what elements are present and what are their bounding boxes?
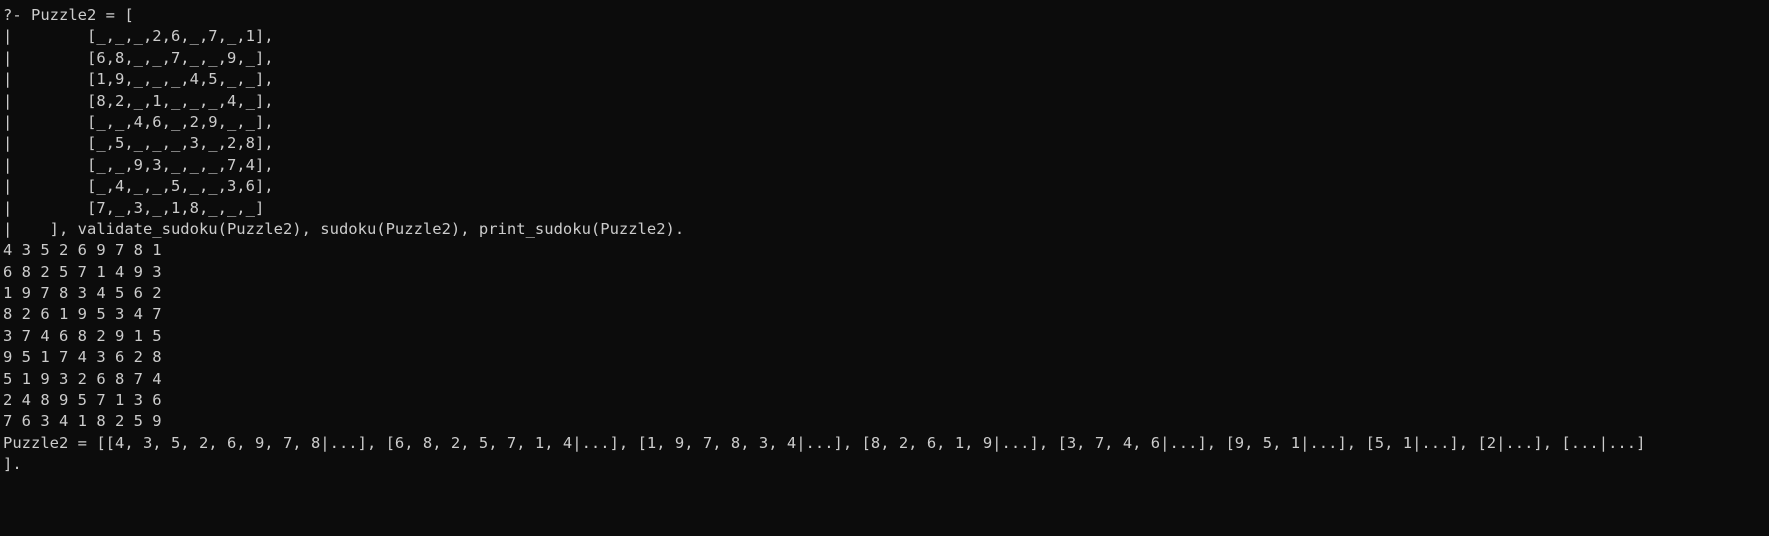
- solution-row-1: 4 3 5 2 6 9 7 8 1: [3, 241, 162, 260]
- puzzle-row-5-line: | [_,_,4,6,_,2,9,_,_],: [3, 112, 274, 131]
- query-goals-line: | ], validate_sudoku(Puzzle2), sudoku(Pu…: [3, 219, 685, 238]
- solution-row-3: 1 9 7 8 3 4 5 6 2: [3, 284, 162, 303]
- terminal-window[interactable]: ?- Puzzle2 = [ | [_,_,_,2,6,_,7,_,1], | …: [0, 0, 1769, 536]
- solution-row-4: 8 2 6 1 9 5 3 4 7: [3, 305, 162, 324]
- binding-result-line: Puzzle2 = [[4, 3, 5, 2, 6, 9, 7, 8|...],…: [3, 433, 1646, 452]
- puzzle-row-9-line: | [7,_,3,_,1,8,_,_,_]: [3, 198, 265, 217]
- puzzle-row-7-line: | [_,_,9,3,_,_,_,7,4],: [3, 155, 274, 174]
- solution-row-9: 7 6 3 4 1 8 2 5 9: [3, 412, 162, 431]
- solution-row-6: 9 5 1 7 4 3 6 2 8: [3, 348, 162, 367]
- solution-row-7: 5 1 9 3 2 6 8 7 4: [3, 369, 162, 388]
- puzzle-row-6-line: | [_,5,_,_,_,3,_,2,8],: [3, 134, 274, 153]
- binding-result-end-line: ].: [3, 455, 22, 474]
- solution-row-5: 3 7 4 6 8 2 9 1 5: [3, 326, 162, 345]
- puzzle-row-3-line: | [1,9,_,_,_,4,5,_,_],: [3, 70, 274, 89]
- prolog-query-line: ?- Puzzle2 = [: [3, 6, 134, 24]
- puzzle-row-1-line: | [_,_,_,2,6,_,7,_,1],: [3, 27, 274, 46]
- puzzle-row-2-line: | [6,8,_,_,7,_,_,9,_],: [3, 48, 274, 67]
- solution-row-2: 6 8 2 5 7 1 4 9 3: [3, 262, 162, 281]
- puzzle-row-8-line: | [_,4,_,_,5,_,_,3,6],: [3, 177, 274, 196]
- solution-row-8: 2 4 8 9 5 7 1 3 6: [3, 391, 162, 410]
- puzzle-row-4-line: | [8,2,_,1,_,_,_,4,_],: [3, 91, 274, 110]
